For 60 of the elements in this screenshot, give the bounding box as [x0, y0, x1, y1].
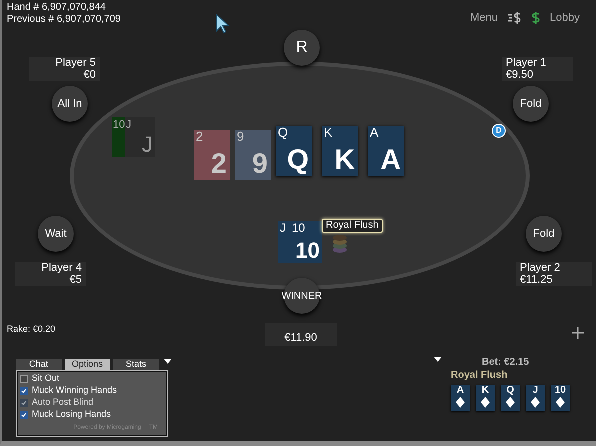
- hand-tag: Royal Flush: [322, 219, 383, 233]
- option-label: Auto Post Blind: [32, 396, 94, 410]
- diamond-icon: [556, 397, 565, 408]
- player-balance: €0: [82, 69, 96, 81]
- bet-amount: Bet: €2.15: [482, 356, 530, 370]
- player-name: Player 4: [40, 262, 82, 274]
- action-button[interactable]: All In: [52, 86, 88, 122]
- player-balance: €9.50: [506, 69, 535, 81]
- rake-text: Rake: €0.20: [7, 323, 56, 336]
- panel-tab[interactable]: Stats: [113, 359, 160, 370]
- player-balance: €5: [68, 274, 82, 286]
- playing-card: J: [526, 385, 545, 411]
- action-button[interactable]: Fold: [526, 216, 562, 252]
- playing-card: K K: [322, 126, 358, 176]
- previous-hand-number: Previous # 6,907,070,709: [7, 14, 121, 26]
- cursor-icon: [216, 14, 230, 34]
- card-rank: J: [142, 133, 153, 157]
- lobby-link[interactable]: Lobby: [550, 10, 580, 26]
- dollar-icon[interactable]: [532, 12, 540, 24]
- playing-card: 10 10: [292, 221, 322, 263]
- player-balance: €11.25: [520, 274, 554, 286]
- playing-card: K: [476, 385, 495, 411]
- playing-card: 9 9: [235, 130, 271, 180]
- playing-card: 10: [551, 385, 570, 411]
- player-name: Player 5: [54, 57, 96, 69]
- action-button[interactable]: WINNER: [284, 278, 320, 314]
- checkbox[interactable]: [20, 375, 28, 383]
- checkbox[interactable]: [20, 411, 28, 419]
- diamond-icon: [481, 397, 490, 408]
- action-button[interactable]: Fold: [513, 86, 549, 122]
- diamond-icon: [506, 397, 515, 408]
- panel-tab[interactable]: Options: [64, 359, 110, 370]
- action-button[interactable]: Wait: [38, 216, 74, 252]
- dropdown-arrow-icon[interactable]: [164, 359, 172, 364]
- chip-stack-icon: [332, 234, 348, 254]
- option-label: Muck Winning Hands: [32, 384, 118, 398]
- playing-card: Q Q: [276, 126, 312, 176]
- playing-card: J: [278, 221, 292, 263]
- player-name: Player 2: [520, 262, 562, 274]
- playing-card: A: [451, 385, 470, 411]
- player-name: Player 1: [506, 57, 548, 69]
- option-label: Muck Losing Hands: [32, 408, 112, 422]
- checkbox[interactable]: [20, 387, 28, 395]
- menu-link[interactable]: Menu: [470, 10, 498, 26]
- dropdown-arrow-icon[interactable]: [434, 357, 442, 362]
- option-label: Sit Out: [32, 372, 60, 386]
- panel-tab[interactable]: Chat: [16, 359, 62, 370]
- cashier-icon[interactable]: [508, 12, 522, 24]
- playing-card: 2 2: [194, 130, 230, 180]
- playing-card: A A: [368, 126, 404, 176]
- pot-amount: €11.90: [265, 323, 337, 346]
- playing-card: 10: [112, 117, 125, 157]
- plus-icon[interactable]: [572, 327, 584, 339]
- action-button[interactable]: R: [284, 30, 320, 66]
- hand-number: Hand # 6,907,070,844: [7, 2, 106, 14]
- playing-card: J J: [125, 117, 155, 157]
- hand-name: Royal Flush: [451, 369, 508, 383]
- diamond-icon: [531, 397, 540, 408]
- diamond-icon: [456, 397, 465, 408]
- playing-card: Q: [501, 385, 520, 411]
